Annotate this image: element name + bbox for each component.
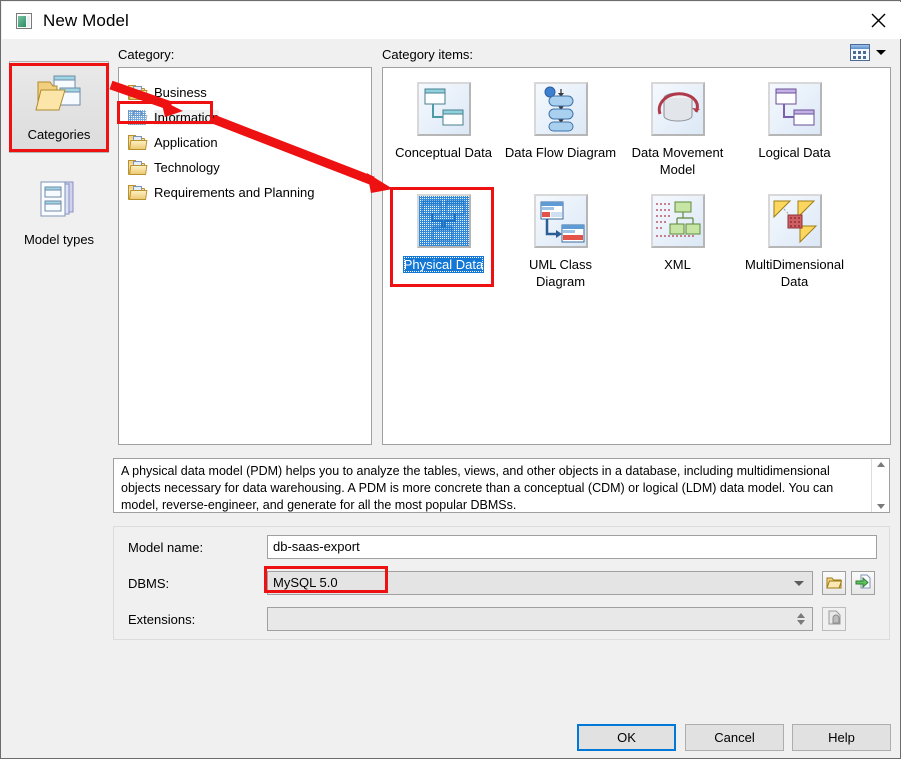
category-item-conceptual-data[interactable]: Conceptual Data [385,76,502,188]
extensions-label: Extensions: [128,612,196,627]
category-item-data-flow-diagram[interactable]: Data Flow Diagram [502,76,619,188]
category-list-item-application[interactable]: Application [119,130,371,155]
category-item-data-movement-model[interactable]: Data Movement Model [619,76,736,188]
view-mode-button[interactable] [850,42,891,63]
category-item-uml-class-diagram[interactable]: UML Class Diagram [502,188,619,300]
data-flow-diagram-icon [533,82,588,136]
chevron-down-icon [876,50,886,55]
category-items-panel[interactable]: Conceptual Data Data Flow Diagram Data M… [382,67,891,445]
category-list-item-information[interactable]: Information [119,105,371,130]
help-button-label: Help [828,730,855,745]
chevron-up-icon[interactable] [797,613,805,618]
category-item-logical-data[interactable]: Logical Data [736,76,853,188]
model-settings-group: Model name: db-saas-export DBMS: MySQL 5… [113,526,890,640]
folder-icon [128,160,148,175]
extensions-input[interactable] [267,607,813,631]
extensions-browse-button[interactable] [822,607,846,631]
xml-icon [650,194,705,248]
category-item-label: Physical Data [402,256,485,273]
category-list-item-business[interactable]: Business [119,80,371,105]
category-label: Category: [118,47,175,62]
folder-icon [128,110,148,125]
chevron-down-icon[interactable] [797,620,805,625]
dbms-selected-value: MySQL 5.0 [273,575,338,590]
category-list-item-technology[interactable]: Technology [119,155,371,180]
page-add-icon [855,574,871,592]
multidimensional-data-icon [767,194,822,248]
folder-icon [128,135,148,150]
dbms-new-button[interactable] [851,571,875,595]
uml-class-diagram-icon [533,194,588,248]
category-item-label: Data Flow Diagram [504,145,617,160]
sidebar-item-label: Categories [27,127,91,142]
category-item-label: Logical Data [758,145,831,160]
ok-button[interactable]: OK [577,724,676,751]
category-item-label: UML Class Diagram [528,257,593,289]
window-title: New Model [43,10,129,30]
dbms-select[interactable]: MySQL 5.0 [267,571,813,595]
dbms-browse-button[interactable] [822,571,846,595]
category-item-label: XML [664,257,691,272]
category-list-item-label: Business [154,85,207,100]
category-item-label: Data Movement Model [631,145,724,177]
dbms-label: DBMS: [128,576,170,591]
category-list-item-label: Requirements and Planning [154,185,315,200]
folder-icon [128,185,148,200]
cancel-button-label: Cancel [714,730,755,745]
category-list-item-requirements-and-planning[interactable]: Requirements and Planning [119,180,371,205]
sidebar-item-model-types[interactable]: Model types [9,167,109,259]
folder-pages-icon [33,74,85,123]
category-item-xml[interactable]: XML [619,188,736,300]
category-list[interactable]: Business Information Application Technol… [118,67,372,445]
folder-open-icon [826,575,843,592]
chevron-down-icon [794,580,804,586]
description-box: A physical data model (PDM) helps you to… [113,458,890,513]
model-name-label: Model name: [128,540,204,555]
category-items-label: Category items: [382,47,474,62]
details-view-icon [850,44,870,61]
sidebar-item-categories[interactable]: Categories [9,61,109,153]
spinner-updown-icon[interactable] [797,613,805,625]
close-icon[interactable] [855,2,901,38]
help-button[interactable]: Help [792,724,891,751]
logical-data-icon [767,82,822,136]
category-item-physical-data[interactable]: Physical Data [385,188,502,300]
conceptual-data-icon [416,82,471,136]
category-item-label: MultiDimensional Data [745,257,844,289]
description-text: A physical data model (PDM) helps you to… [121,464,834,512]
new-model-dialog: New Model Category: Category items: Cate… [0,0,901,759]
physical-data-icon [416,194,471,248]
sidebar: Categories Model types [9,61,109,259]
category-item-multidimensional-data[interactable]: MultiDimensional Data [736,188,853,300]
cancel-button[interactable]: Cancel [685,724,784,751]
chevron-up-icon[interactable] [876,462,885,467]
ok-button-label: OK [617,730,636,745]
category-list-item-label: Technology [154,160,220,175]
model-name-input[interactable]: db-saas-export [267,535,877,559]
stacked-pages-icon [33,179,85,228]
page-icon-disabled [827,610,841,628]
chevron-down-icon[interactable] [876,504,885,509]
model-window-icon [16,12,32,29]
sidebar-item-label: Model types [23,232,95,247]
category-item-label: Conceptual Data [395,145,492,160]
category-list-item-label: Information [154,110,220,125]
description-scrollbar[interactable] [871,459,889,512]
category-list-item-label: Application [154,135,218,150]
title-bar: New Model [2,2,901,39]
data-movement-model-icon [650,82,705,136]
folder-icon [128,85,148,100]
